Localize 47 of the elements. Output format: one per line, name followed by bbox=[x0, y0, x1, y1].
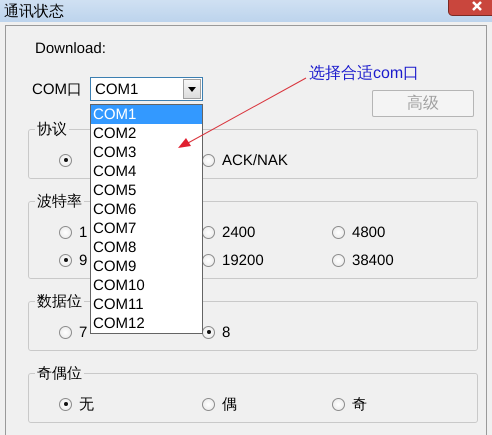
group-title: 波特率 bbox=[36, 193, 83, 210]
radio-label: 4800 bbox=[352, 224, 386, 240]
group-title: 数据位 bbox=[36, 293, 83, 310]
group-title: 协议 bbox=[36, 121, 68, 138]
radio-button[interactable] bbox=[59, 254, 72, 266]
radio-button[interactable] bbox=[59, 154, 72, 166]
caret-icon bbox=[188, 86, 196, 92]
radio-button[interactable] bbox=[332, 226, 345, 238]
radio-label: 19200 bbox=[222, 252, 264, 268]
radio-label: 9 bbox=[79, 252, 88, 268]
dropdown-option[interactable]: COM6 bbox=[91, 200, 202, 219]
com-port-label: COM口 bbox=[32, 80, 82, 98]
radio-label: 7 bbox=[79, 324, 88, 340]
radio-button[interactable] bbox=[202, 326, 215, 338]
radio-button[interactable] bbox=[332, 398, 345, 410]
close-icon[interactable] bbox=[448, 0, 492, 16]
window-title: 通讯状态 bbox=[3, 2, 64, 20]
dropdown-option[interactable]: COM7 bbox=[91, 219, 202, 238]
dropdown-option[interactable]: COM4 bbox=[91, 162, 202, 181]
radio-button[interactable] bbox=[202, 254, 215, 266]
radio-label: 8 bbox=[222, 324, 230, 340]
dropdown-option[interactable]: COM5 bbox=[91, 181, 202, 200]
dropdown-option[interactable]: COM10 bbox=[91, 276, 202, 295]
radio-label: 无 bbox=[79, 394, 94, 414]
group-title: 奇偶位 bbox=[36, 365, 83, 382]
dropdown-option[interactable]: COM2 bbox=[91, 124, 202, 143]
radio-button[interactable] bbox=[202, 154, 215, 166]
radio-button[interactable] bbox=[59, 326, 72, 338]
dropdown-option[interactable]: COM8 bbox=[91, 238, 202, 257]
dropdown-option[interactable]: COM11 bbox=[91, 295, 202, 314]
dropdown-option[interactable]: COM3 bbox=[91, 143, 202, 162]
com-port-dropdown[interactable]: COM1 bbox=[90, 77, 203, 101]
download-label: Download: bbox=[35, 40, 106, 57]
radio-button[interactable] bbox=[202, 398, 215, 410]
radio-label: ACK/NAK bbox=[222, 152, 288, 168]
radio-label: 奇 bbox=[352, 394, 367, 414]
radio-button[interactable] bbox=[202, 226, 215, 238]
radio-label: 38400 bbox=[352, 252, 394, 268]
radio-button[interactable] bbox=[332, 254, 345, 266]
radio-label: 2400 bbox=[222, 224, 256, 240]
radio-label: 偶 bbox=[222, 394, 237, 414]
radio-button[interactable] bbox=[59, 398, 72, 410]
dropdown-option[interactable]: COM12 bbox=[91, 314, 202, 333]
annotation-text: 选择合适com口 bbox=[309, 64, 420, 84]
radio-label: 1 bbox=[79, 224, 88, 240]
radio-button[interactable] bbox=[59, 226, 72, 238]
dropdown-option[interactable]: COM9 bbox=[91, 257, 202, 276]
